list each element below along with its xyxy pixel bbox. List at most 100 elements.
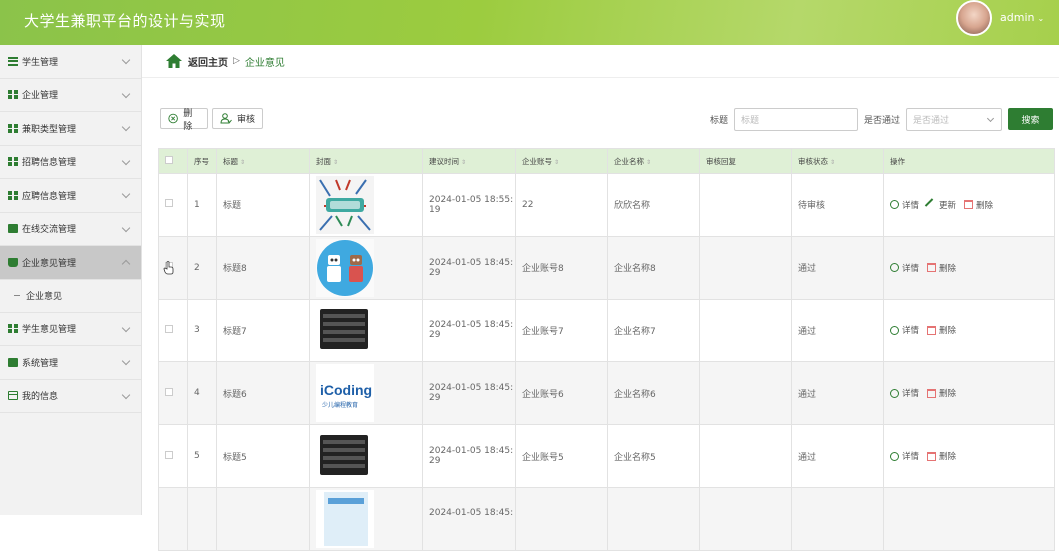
chevron-down-icon xyxy=(121,55,131,65)
table-row: 2 标题8 2024-01-05 18:45: 29 企业账号8 企业名称8 通过 xyxy=(158,235,1055,300)
row-checkbox[interactable] xyxy=(165,387,173,396)
sidebar-item-my-info[interactable]: 我的信息 xyxy=(0,380,141,413)
chevron-up-icon xyxy=(121,259,131,269)
trash-icon xyxy=(964,200,974,210)
col-header[interactable]: 封面 ⇕ xyxy=(309,148,423,174)
pass-filter-label: 是否通过 xyxy=(864,116,901,126)
table-row: 2024-01-05 18:45: xyxy=(158,486,1055,551)
user-check-icon xyxy=(220,113,232,124)
message-icon xyxy=(8,257,18,267)
feedback-table: 序号 标题 ⇕ 封面 ⇕ 建议时间 ⇕ 企业账号 ⇕ 企业名称 ⇕ 审核回复 审核状态 ⇕ … xyxy=(158,148,1055,551)
sort-icon[interactable]: ⇕ xyxy=(646,159,651,166)
search-icon xyxy=(890,263,899,273)
table-row: 4 标题6 iCoding 少儿编程教育 2024-01-05 18:45: 29… xyxy=(158,361,1055,426)
detail-button[interactable]: 详情 xyxy=(890,450,919,462)
tools-icon xyxy=(924,198,939,212)
col-header: 操作 xyxy=(883,148,1055,174)
detail-button[interactable]: 详情 xyxy=(890,324,919,336)
col-header[interactable]: 标题 ⇕ xyxy=(216,148,310,174)
avatar[interactable] xyxy=(956,0,992,36)
delete-button[interactable]: 删除 xyxy=(160,108,208,132)
select-all-cell xyxy=(158,148,188,174)
cover-image xyxy=(316,175,374,234)
sort-icon[interactable]: ⇕ xyxy=(333,159,338,166)
table-row: 5 标题5 2024-01-05 18:45: 29 企业账号5 企业名称5 通过… xyxy=(158,424,1055,488)
sidebar-item-student[interactable]: 学生管理 xyxy=(0,45,141,79)
cover-image xyxy=(316,238,374,297)
user-name: admin xyxy=(1000,11,1035,24)
sidebar-item-chat[interactable]: 在线交流管理 xyxy=(0,213,141,246)
sort-icon[interactable]: ⇕ xyxy=(554,159,559,166)
col-header[interactable]: 企业名称 ⇕ xyxy=(607,148,700,174)
sort-icon[interactable]: ⇕ xyxy=(461,159,466,166)
sidebar-item-job-type[interactable]: 兼职类型管理 xyxy=(0,112,141,146)
sidebar-item-student-feedback[interactable]: 学生意见管理 xyxy=(0,313,141,346)
sidebar-subitem-company-feedback[interactable]: 企业意见 xyxy=(0,279,141,313)
sidebar-item-system[interactable]: 系统管理 xyxy=(0,346,141,380)
pass-select[interactable]: 是否通过 xyxy=(906,108,1002,131)
delete-row-button[interactable]: 删除 xyxy=(964,199,993,211)
chevron-down-icon xyxy=(121,223,131,232)
home-icon[interactable] xyxy=(166,54,182,68)
delete-row-button[interactable]: 删除 xyxy=(927,262,956,274)
row-checkbox[interactable] xyxy=(165,199,173,208)
sort-icon[interactable]: ⇕ xyxy=(240,159,245,166)
breadcrumb-separator: ▷ xyxy=(233,56,240,66)
app-title: 大学生兼职平台的设计与实现 xyxy=(24,12,226,30)
document-icon xyxy=(8,357,18,367)
breadcrumb-home[interactable]: 返回主页 xyxy=(188,54,228,69)
top-header: 大学生兼职平台的设计与实现 admin ⌄ xyxy=(0,0,1059,45)
col-header: 审核回复 xyxy=(699,148,792,174)
search-icon xyxy=(890,200,899,210)
user-menu[interactable]: admin ⌄ xyxy=(1000,11,1044,24)
grid-icon xyxy=(8,90,18,100)
chevron-down-icon xyxy=(121,122,131,132)
cover-image xyxy=(316,427,374,486)
card-icon xyxy=(8,391,18,401)
title-filter-label: 标题 xyxy=(710,116,729,126)
chevron-down-icon xyxy=(121,356,131,366)
select-all-checkbox[interactable] xyxy=(165,156,173,164)
sidebar-item-company-feedback[interactable]: 企业意见管理 xyxy=(0,246,141,280)
sidebar-item-apply[interactable]: 应聘信息管理 xyxy=(0,179,141,213)
search-button[interactable]: 搜索 xyxy=(1008,108,1053,130)
table-row: 3 标题7 2024-01-05 18:45: 29 企业账号7 企业名称7 通过… xyxy=(158,298,1055,363)
cover-image xyxy=(316,489,374,548)
grid-icon xyxy=(8,324,18,334)
trash-icon xyxy=(927,263,937,273)
chevron-down-icon xyxy=(121,323,131,332)
row-checkbox[interactable] xyxy=(165,324,173,333)
sidebar-item-recruit[interactable]: 招聘信息管理 xyxy=(0,146,141,179)
col-header[interactable]: 建议时间 ⇕ xyxy=(422,148,516,174)
update-button[interactable]: 更新 xyxy=(924,198,956,212)
col-header: 序号 xyxy=(187,148,217,174)
col-header[interactable]: 审核状态 ⇕ xyxy=(791,148,884,174)
detail-button[interactable]: 详情 xyxy=(890,387,919,399)
chevron-down-icon xyxy=(986,114,995,123)
row-checkbox[interactable] xyxy=(165,450,173,459)
sort-icon[interactable]: ⇕ xyxy=(830,159,835,166)
chevron-down-icon xyxy=(121,89,131,98)
cover-image: iCoding 少儿编程教育 xyxy=(316,364,374,423)
breadcrumb-current: 企业意见 xyxy=(244,57,285,69)
delete-row-button[interactable]: 删除 xyxy=(927,450,956,462)
audit-button[interactable]: 审核 xyxy=(212,108,263,129)
detail-button[interactable]: 详情 xyxy=(890,199,919,211)
delete-row-button[interactable]: 删除 xyxy=(927,324,956,336)
cover-image xyxy=(316,301,374,360)
col-header[interactable]: 企业账号 ⇕ xyxy=(515,148,608,174)
hand-cursor-icon xyxy=(163,261,174,275)
chevron-down-icon xyxy=(121,390,131,399)
trash-icon xyxy=(927,451,937,461)
grid-icon xyxy=(8,123,18,133)
svg-text:少儿编程教育: 少儿编程教育 xyxy=(322,401,358,409)
trash-icon xyxy=(927,388,937,398)
chevron-down-icon: ⌄ xyxy=(1037,14,1045,23)
grid-icon xyxy=(8,190,18,200)
sidebar-item-company[interactable]: 企业管理 xyxy=(0,79,141,112)
detail-button[interactable]: 详情 xyxy=(890,262,919,274)
title-search-input[interactable]: 标题 xyxy=(734,108,858,131)
search-icon xyxy=(890,451,899,461)
search-icon xyxy=(890,388,899,398)
delete-row-button[interactable]: 删除 xyxy=(927,387,956,399)
